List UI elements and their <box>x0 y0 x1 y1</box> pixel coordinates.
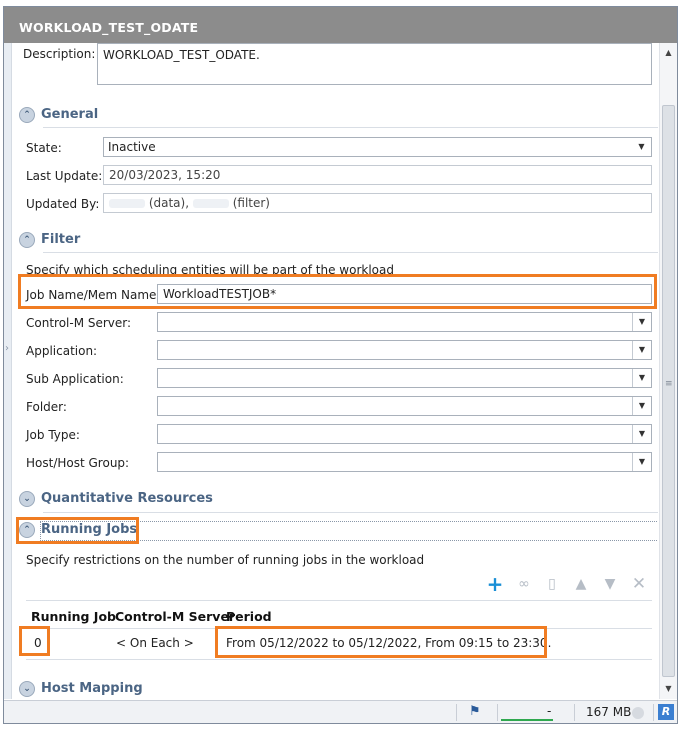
collapse-grip-icon[interactable]: › <box>5 343 10 367</box>
properties-icon[interactable]: ▯ <box>543 575 561 593</box>
divider <box>43 252 658 253</box>
vertical-scrollbar[interactable]: ▲ ≡ ▼ <box>659 43 677 699</box>
application-label: Application: <box>26 344 98 358</box>
section-general-title: General <box>41 107 99 122</box>
network-icon[interactable]: ⚑ <box>469 704 487 720</box>
divider <box>574 704 575 721</box>
section-quantitative-resources[interactable]: ⌄ Quantitative Resources <box>19 490 649 510</box>
collapse-chevron-icon[interactable]: ⌃ <box>19 107 35 123</box>
divider <box>653 704 654 721</box>
updated-by-filter: (filter) <box>232 196 270 210</box>
updated-by-field: (data), (filter) <box>103 193 652 213</box>
column-header-period[interactable]: Period <box>226 609 272 624</box>
state-select[interactable]: Inactive ▼ <box>103 137 652 157</box>
expand-chevron-icon[interactable]: ⌄ <box>19 681 35 697</box>
app-badge-icon[interactable]: R <box>658 704 674 720</box>
divider <box>497 704 498 721</box>
progress-indicator <box>501 719 553 721</box>
workload-window: WORKLOAD_TEST_ODATE › Description: WORKL… <box>3 6 678 724</box>
scrollbar-thumb[interactable]: ≡ <box>662 105 675 677</box>
left-collapse-strip[interactable]: › <box>4 43 12 699</box>
chevron-down-icon[interactable]: ▼ <box>632 397 651 415</box>
chevron-down-icon[interactable]: ▼ <box>632 453 651 471</box>
scroll-up-icon[interactable]: ▲ <box>660 45 677 61</box>
chevron-down-icon[interactable]: ▼ <box>632 369 651 387</box>
divider <box>43 127 658 128</box>
job-type-label: Job Type: <box>26 428 80 442</box>
chevron-down-icon[interactable]: ▼ <box>632 425 651 443</box>
section-quantitative-title: Quantitative Resources <box>41 491 213 506</box>
section-general[interactable]: ⌃ General <box>19 106 649 126</box>
grip-icon: ≡ <box>665 379 673 389</box>
workload-form: Description: WORKLOAD_TEST_ODATE. ⌃ Gene… <box>13 43 658 699</box>
updated-by-data: (data), <box>148 196 190 210</box>
add-icon[interactable]: + <box>486 574 504 594</box>
move-down-icon[interactable]: ▼ <box>601 575 619 593</box>
server-cell: < On Each > <box>116 636 194 650</box>
window-title: WORKLOAD_TEST_ODATE <box>4 7 677 43</box>
state-label: State: <box>26 141 62 155</box>
section-filter-title: Filter <box>41 232 81 247</box>
last-update-label: Last Update: <box>26 169 103 183</box>
highlight-box <box>19 626 50 656</box>
section-filter[interactable]: ⌃ Filter <box>19 231 649 251</box>
running-jobs-hint: Specify restrictions on the number of ru… <box>26 553 425 567</box>
highlight-box <box>18 274 657 309</box>
job-type-select[interactable]: ▼ <box>157 424 652 444</box>
chevron-down-icon[interactable]: ▼ <box>632 138 651 156</box>
last-update-field: 20/03/2023, 15:20 <box>103 165 652 185</box>
chevron-down-icon[interactable]: ▼ <box>632 313 651 331</box>
section-host-mapping-title: Host Mapping <box>41 681 143 696</box>
highlight-box <box>215 626 547 658</box>
chevron-down-icon[interactable]: ▼ <box>632 341 651 359</box>
delete-icon[interactable]: ✕ <box>630 575 648 593</box>
folder-select[interactable]: ▼ <box>157 396 652 416</box>
host-group-select[interactable]: ▼ <box>157 452 652 472</box>
divider <box>456 704 457 721</box>
status-dash: - <box>547 704 552 718</box>
host-group-label: Host/Host Group: <box>26 456 130 470</box>
section-host-mapping[interactable]: ⌄ Host Mapping <box>19 680 649 699</box>
description-field[interactable]: WORKLOAD_TEST_ODATE. <box>97 43 652 85</box>
expand-chevron-icon[interactable]: ⌄ <box>19 491 35 507</box>
divider <box>26 600 652 601</box>
control-m-server-label: Control-M Server: <box>26 316 132 330</box>
sub-application-label: Sub Application: <box>26 372 124 386</box>
folder-label: Folder: <box>26 400 67 414</box>
sub-application-select[interactable]: ▼ <box>157 368 652 388</box>
link-icon[interactable]: ∞ <box>515 575 533 593</box>
divider <box>26 659 652 660</box>
updated-by-label: Updated By: <box>26 197 100 211</box>
description-label: Description: <box>23 47 96 61</box>
highlight-box <box>16 517 139 544</box>
state-value: Inactive <box>108 140 156 154</box>
status-bar: ⚑ - 167 MB R <box>4 700 677 723</box>
column-header-running-job[interactable]: Running Job <box>31 609 116 624</box>
column-header-control-m-server[interactable]: Control-M Server <box>115 609 235 624</box>
control-m-server-select[interactable]: ▼ <box>157 312 652 332</box>
redacted-text <box>192 199 229 208</box>
move-up-icon[interactable]: ▲ <box>572 575 590 593</box>
application-select[interactable]: ▼ <box>157 340 652 360</box>
gc-icon[interactable] <box>632 707 644 719</box>
divider <box>43 512 658 513</box>
scroll-down-icon[interactable]: ▼ <box>660 681 677 697</box>
redacted-text <box>109 199 145 208</box>
collapse-chevron-icon[interactable]: ⌃ <box>19 232 35 248</box>
memory-usage: 167 MB <box>586 705 632 719</box>
